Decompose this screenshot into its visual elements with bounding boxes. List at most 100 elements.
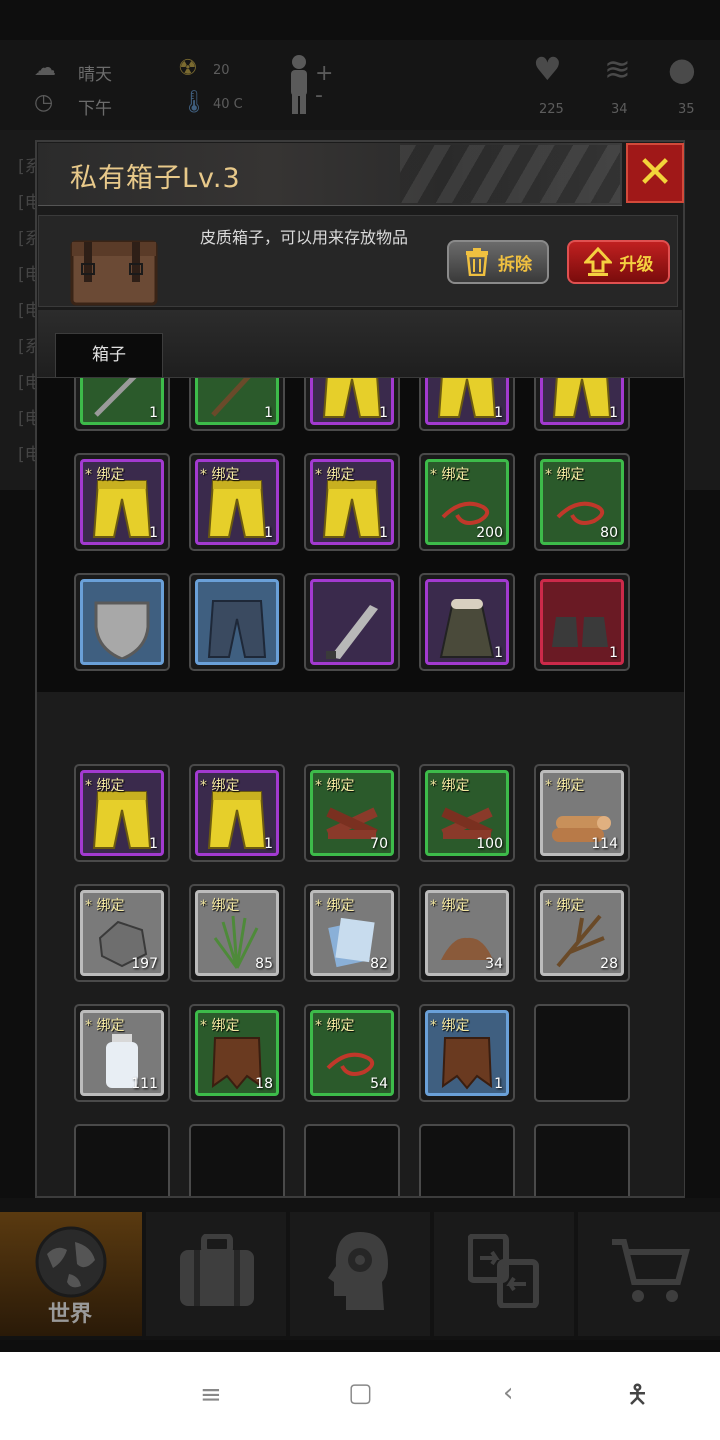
bound-tag: * 绑定 bbox=[85, 467, 125, 483]
item-slot[interactable]: * 绑定 1 bbox=[74, 764, 170, 862]
item-slot[interactable]: * 绑定 70 bbox=[304, 764, 400, 862]
item-count: 111 bbox=[131, 1076, 158, 1092]
globe-icon bbox=[35, 1226, 107, 1298]
bound-tag: * 绑定 bbox=[200, 778, 240, 794]
item-count: 85 bbox=[255, 956, 273, 972]
item-slot[interactable]: * 绑定 100 bbox=[419, 764, 515, 862]
item-count: 1 bbox=[149, 525, 158, 541]
thermometer-icon: 🌡 bbox=[180, 90, 208, 115]
backpack-icon bbox=[180, 1234, 254, 1306]
item-count: 54 bbox=[370, 1076, 388, 1092]
upgrade-button[interactable]: 升级 bbox=[567, 240, 670, 284]
stomach-icon: ≋ bbox=[604, 50, 631, 88]
bound-tag: * 绑定 bbox=[85, 778, 125, 794]
pants-icon bbox=[207, 791, 267, 849]
item-count: 1 bbox=[264, 836, 273, 852]
stomach-value: 34 bbox=[611, 102, 628, 117]
item-slot[interactable]: * 绑定 28 bbox=[534, 884, 630, 982]
item-slot[interactable]: 1 bbox=[419, 378, 515, 431]
item-slot[interactable]: * 绑定 82 bbox=[304, 884, 400, 982]
item-slot[interactable]: * 绑定 54 bbox=[304, 1004, 400, 1102]
accessibility-icon[interactable]: 🯅 bbox=[626, 1376, 649, 1420]
item-slot[interactable]: * 绑定 114 bbox=[534, 764, 630, 862]
empty-slot[interactable] bbox=[74, 1124, 170, 1196]
item-slot[interactable]: * 绑定 1 bbox=[189, 764, 285, 862]
item-slot[interactable]: 1 bbox=[304, 378, 400, 431]
item-slot[interactable]: * 绑定 200 bbox=[419, 453, 515, 551]
boots-icon bbox=[552, 617, 608, 647]
coat-icon bbox=[439, 599, 495, 658]
close-button[interactable]: ✕ bbox=[626, 143, 684, 203]
empty-slot[interactable] bbox=[419, 1124, 515, 1196]
system-navigation-bar: ≡ ▢ ‹ 🯅 bbox=[0, 1352, 720, 1440]
bound-tag: * 绑定 bbox=[85, 1018, 125, 1034]
nav-shop[interactable] bbox=[578, 1212, 720, 1336]
item-slot[interactable]: 1 bbox=[534, 573, 630, 671]
item-slot[interactable]: * 绑定 1 bbox=[74, 453, 170, 551]
bound-tag: * 绑定 bbox=[315, 1018, 355, 1034]
item-slot[interactable] bbox=[74, 573, 170, 671]
dismantle-label: 拆除 bbox=[498, 254, 532, 275]
item-count: 200 bbox=[476, 525, 503, 541]
chest-storage-grid[interactable]: 1 1 1 1 1 * 绑定 1 * 绑定 1 * 绑定 1 * 绑定 200 * 绑定 80 1 1 bbox=[37, 377, 684, 693]
item-count: 28 bbox=[600, 956, 618, 972]
item-count: 1 bbox=[149, 405, 158, 421]
chest-description: 皮质箱子，可以用来存放物品 bbox=[200, 228, 409, 247]
radiation-icon: ☢ bbox=[178, 56, 198, 81]
item-slot[interactable]: 1 bbox=[74, 378, 170, 431]
cloud-sun-icon: ☁ bbox=[34, 56, 56, 81]
item-slot[interactable]: * 绑定 34 bbox=[419, 884, 515, 982]
tab-chest[interactable]: 箱子 bbox=[55, 333, 163, 378]
item-slot[interactable]: 1 bbox=[189, 378, 285, 431]
bound-tag: * 绑定 bbox=[200, 1018, 240, 1034]
item-count: 1 bbox=[149, 836, 158, 852]
bound-tag: * 绑定 bbox=[85, 898, 125, 914]
machete-icon bbox=[326, 605, 378, 659]
menu-icon[interactable]: ≡ bbox=[200, 1380, 222, 1410]
item-count: 70 bbox=[370, 836, 388, 852]
back-icon[interactable]: ‹ bbox=[503, 1378, 513, 1408]
player-inventory-grid[interactable]: * 绑定 1 * 绑定 1 * 绑定 70 * 绑定 100 * 绑定 114 * 绑定 197 * 绑… bbox=[37, 692, 684, 1196]
item-slot[interactable]: * 绑定 85 bbox=[189, 884, 285, 982]
item-count: 1 bbox=[379, 405, 388, 421]
bound-tag: * 绑定 bbox=[315, 898, 355, 914]
health-value: 225 bbox=[539, 102, 564, 117]
close-icon: ✕ bbox=[636, 147, 674, 198]
dismantle-button[interactable]: 拆除 bbox=[447, 240, 549, 284]
empty-slot[interactable] bbox=[189, 1124, 285, 1196]
body-status-icon[interactable]: + - bbox=[285, 52, 333, 116]
upgrade-label: 升级 bbox=[619, 254, 654, 275]
empty-slot[interactable] bbox=[534, 1124, 630, 1196]
item-slot[interactable]: 1 bbox=[419, 573, 515, 671]
empty-slot[interactable] bbox=[534, 1004, 630, 1102]
item-slot[interactable] bbox=[304, 573, 400, 671]
pants-icon bbox=[92, 791, 152, 849]
leather-icon bbox=[441, 1037, 493, 1090]
weather-text: 晴天 bbox=[78, 65, 112, 85]
pants-icon bbox=[322, 480, 382, 538]
item-slot[interactable]: * 绑定 80 bbox=[534, 453, 630, 551]
item-slot[interactable]: * 绑定 111 bbox=[74, 1004, 170, 1102]
item-slot[interactable]: * 绑定 1 bbox=[419, 1004, 515, 1102]
item-count: 197 bbox=[131, 956, 158, 972]
home-icon[interactable]: ▢ bbox=[348, 1378, 373, 1408]
item-slot[interactable]: * 绑定 1 bbox=[189, 453, 285, 551]
item-slot[interactable]: 1 bbox=[534, 378, 630, 431]
clock-icon: ◷ bbox=[34, 90, 54, 115]
transfer-icon bbox=[468, 1234, 539, 1308]
item-slot[interactable] bbox=[189, 573, 285, 671]
pants-icon bbox=[322, 378, 382, 418]
knife-icon bbox=[94, 378, 137, 417]
bound-tag: * 绑定 bbox=[430, 467, 470, 483]
nav-transfer[interactable] bbox=[434, 1212, 574, 1336]
temperature-value: 40 C bbox=[213, 97, 243, 112]
empty-slot[interactable] bbox=[304, 1124, 400, 1196]
item-slot[interactable]: * 绑定 1 bbox=[304, 453, 400, 551]
nav-skills[interactable] bbox=[290, 1212, 430, 1336]
svg-text:-: - bbox=[315, 83, 323, 108]
item-slot[interactable]: * 绑定 18 bbox=[189, 1004, 285, 1102]
nav-backpack[interactable] bbox=[146, 1212, 286, 1336]
bound-tag: * 绑定 bbox=[315, 467, 355, 483]
item-slot[interactable]: * 绑定 197 bbox=[74, 884, 170, 982]
radiation-value: 20 bbox=[213, 63, 230, 78]
